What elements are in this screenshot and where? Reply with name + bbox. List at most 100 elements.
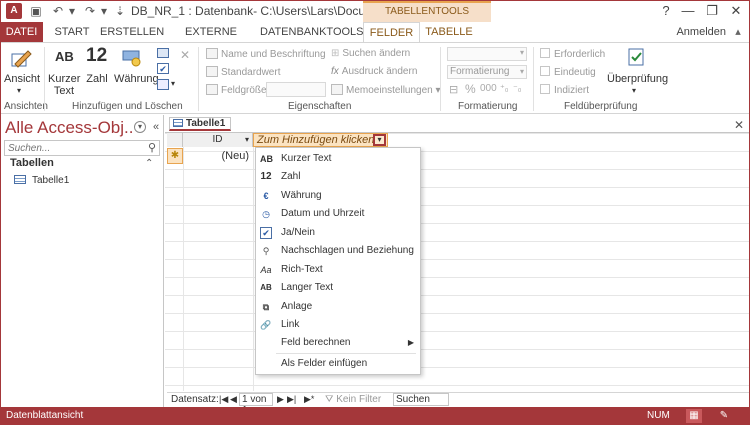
nav-section-tables[interactable]: Tabellen: [10, 157, 54, 169]
document-area: Tabelle1 ✕ ID ▾ Zum Hinzufügen klicken ▾ …: [165, 115, 750, 407]
last-record-icon[interactable]: ▶|: [287, 394, 296, 405]
menu-item-hyperlink[interactable]: 🔗 Link: [256, 316, 420, 334]
comma-format-icon[interactable]: 000: [480, 83, 497, 94]
unique-checkbox[interactable]: Eindeutig: [540, 66, 596, 78]
menu-item-currency[interactable]: € Währung: [256, 187, 420, 205]
menu-item-yes-no[interactable]: ✔ Ja/Nein: [256, 224, 420, 242]
menu-item-date-time[interactable]: ◷ Datum und Uhrzeit: [256, 205, 420, 223]
close-document-icon[interactable]: ✕: [734, 118, 744, 132]
nav-pane-title[interactable]: Alle Access-Obj...: [5, 118, 133, 138]
menu-item-rich-text[interactable]: Aa Rich-Text: [256, 261, 420, 279]
new-record-asterisk-icon[interactable]: ✱: [167, 148, 183, 164]
context-tab-group: TABELLENTOOLS: [363, 0, 491, 22]
design-view-icon[interactable]: ✎: [716, 409, 732, 423]
id-column-dropdown-icon[interactable]: ▾: [245, 133, 249, 147]
data-type-select[interactable]: ▾: [447, 47, 527, 61]
more-fields-dropdown-icon[interactable]: ▾: [171, 79, 175, 88]
tab-external-data[interactable]: EXTERNE DATEN: [168, 22, 254, 58]
close-button[interactable]: ✕: [726, 2, 746, 20]
currency-button[interactable]: Währung: [114, 73, 159, 85]
tab-fields[interactable]: FELDER: [363, 22, 420, 43]
tab-database-tools[interactable]: DATENBANKTOOLS: [260, 22, 364, 42]
restore-button[interactable]: ❐: [702, 2, 722, 20]
tab-start[interactable]: START: [50, 22, 94, 42]
default-value-button[interactable]: Standardwert: [206, 66, 280, 78]
currency-menu-icon: €: [263, 191, 269, 201]
data-type-dropdown-icon: ▾: [519, 48, 524, 57]
increase-decimals-icon[interactable]: ⁺₀: [500, 83, 509, 94]
redo-dropdown-icon[interactable]: ▾: [96, 3, 112, 19]
document-tab-table1[interactable]: Tabelle1: [169, 117, 231, 131]
collapse-ribbon-icon[interactable]: ▴: [730, 25, 746, 39]
new-record-id-cell[interactable]: (Neu): [183, 148, 253, 164]
tab-create[interactable]: ERSTELLEN: [100, 22, 164, 42]
validation-button[interactable]: Überprüfung: [607, 73, 668, 85]
menu-item-short-text[interactable]: AB Kurzer Text: [256, 150, 420, 168]
date-time-icon[interactable]: [157, 48, 169, 58]
undo-dropdown-icon[interactable]: ▾: [64, 3, 80, 19]
first-record-icon[interactable]: |◀: [219, 394, 228, 405]
menu-item-number[interactable]: 12 Zahl: [256, 168, 420, 186]
delete-field-icon[interactable]: ✕: [180, 48, 190, 62]
name-caption-button[interactable]: Name und Beschriftung: [206, 48, 326, 60]
filter-label: Kein Filter: [336, 394, 382, 405]
menu-item-attachment[interactable]: ⧉ Anlage: [256, 298, 420, 316]
percent-format-icon[interactable]: %: [465, 82, 476, 96]
menu-item-insert-as-fields[interactable]: Als Felder einfügen: [256, 355, 420, 373]
more-fields-icon[interactable]: [157, 79, 169, 90]
nav-menu-chevron-icon[interactable]: ▾: [134, 121, 146, 133]
minimize-button[interactable]: —: [678, 2, 698, 20]
current-record-input[interactable]: 1 von 1: [239, 393, 273, 416]
modify-lookups-icon: ⊞: [331, 48, 340, 59]
view-button[interactable]: Ansicht: [4, 73, 40, 85]
menu-item-label: Langer Text: [281, 282, 334, 293]
nav-item-table1[interactable]: Tabelle1: [14, 175, 69, 186]
currency-format-icon[interactable]: ⊟: [449, 83, 458, 96]
new-record-icon[interactable]: ▶*: [304, 394, 314, 405]
modify-lookups-button[interactable]: ⊞ Suchen ändern: [331, 48, 410, 59]
lookup-menu-icon: ⚲: [262, 246, 270, 256]
column-header-id[interactable]: ID ▾: [183, 133, 253, 147]
view-icon[interactable]: [10, 48, 34, 70]
short-text-button[interactable]: Kurzer Text: [48, 73, 80, 97]
group-separator: [44, 47, 45, 111]
access-app-icon[interactable]: A: [6, 3, 22, 19]
next-record-icon[interactable]: ▶: [277, 394, 284, 405]
search-icon[interactable]: ⚲: [148, 141, 156, 154]
view-dropdown-icon[interactable]: ▾: [17, 86, 21, 95]
menu-item-long-text[interactable]: AB Langer Text: [256, 279, 420, 297]
format-dropdown-icon: ▾: [519, 67, 524, 76]
filter-button[interactable]: ⛛ Kein Filter: [325, 394, 381, 405]
number-button[interactable]: Zahl: [84, 73, 110, 85]
select-all-corner[interactable]: [167, 133, 183, 147]
date-time-menu-icon: ◷: [262, 209, 270, 219]
expression-icon: fx: [331, 66, 339, 77]
group-views-label: Ansichten: [4, 101, 48, 112]
column-header-add-field[interactable]: Zum Hinzufügen klicken: [253, 133, 388, 147]
yes-no-icon[interactable]: ✔: [157, 63, 169, 74]
help-button[interactable]: ?: [656, 2, 676, 20]
menu-item-calculated-field[interactable]: Feld berechnen ▶: [256, 334, 420, 352]
indexed-checkbox[interactable]: Indiziert: [540, 84, 589, 96]
datasheet-view-icon[interactable]: ▦: [686, 409, 702, 423]
tab-file[interactable]: DATEI: [0, 22, 43, 42]
field-size-input[interactable]: [266, 82, 326, 97]
nav-search-input[interactable]: [5, 141, 135, 155]
collapse-nav-icon[interactable]: «: [150, 121, 162, 133]
memo-settings-button[interactable]: Memoeinstellungen ▾: [331, 84, 441, 96]
decrease-decimals-icon[interactable]: ⁻₀: [513, 83, 522, 94]
tab-table[interactable]: TABELLE: [421, 22, 477, 42]
customize-quick-access-icon[interactable]: ⇣: [112, 3, 128, 19]
record-search-input[interactable]: Suchen: [393, 393, 449, 406]
previous-record-icon[interactable]: ◀: [230, 394, 237, 405]
save-icon[interactable]: ▣: [28, 3, 44, 19]
indexed-checkbox-box: [540, 84, 550, 94]
menu-item-lookup-relationship[interactable]: ⚲ Nachschlagen und Beziehung: [256, 242, 420, 260]
modify-expression-button[interactable]: fx Ausdruck ändern: [331, 66, 417, 77]
sign-in-link[interactable]: Anmelden: [676, 22, 726, 42]
format-select[interactable]: Formatierung ▾: [447, 65, 527, 79]
collapse-section-icon[interactable]: ⌃: [145, 158, 153, 169]
required-checkbox[interactable]: Erforderlich: [540, 48, 605, 60]
validation-dropdown-icon[interactable]: ▾: [632, 86, 636, 95]
add-field-dropdown-icon[interactable]: ▾: [373, 134, 386, 146]
